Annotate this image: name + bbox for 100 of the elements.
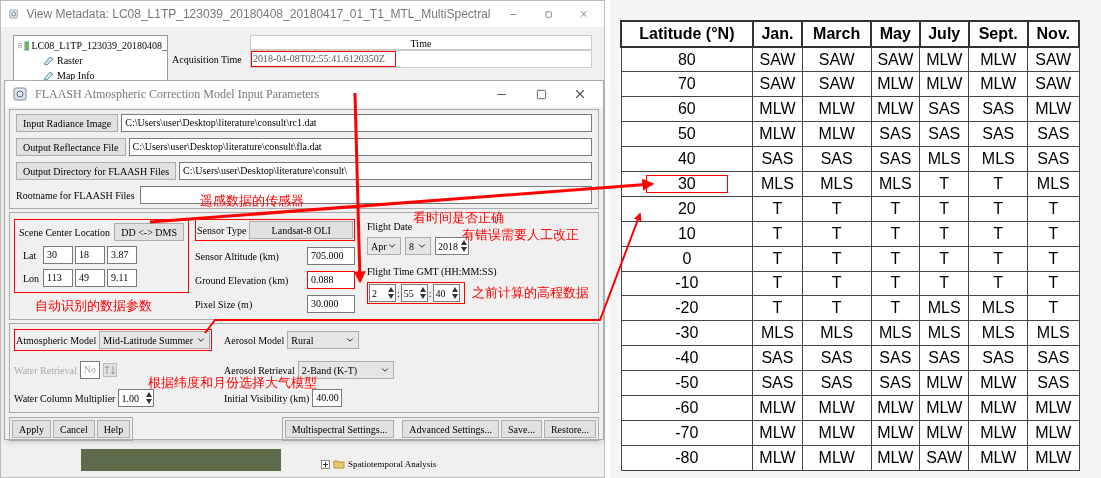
toggle-button[interactable]: DD <-> DMS — [114, 223, 184, 241]
table-cell: SAS — [968, 345, 1028, 371]
dialog-button[interactable]: Restore... — [543, 420, 596, 438]
table-cell: MLW — [1027, 395, 1079, 421]
spin-box[interactable]: 40 — [432, 284, 460, 302]
chevron-down-icon[interactable] — [345, 335, 356, 345]
table-cell: MLW — [802, 121, 872, 147]
table-cell: T — [919, 221, 969, 247]
table-cell: SAS — [871, 146, 920, 172]
input-field[interactable]: 3.87 — [107, 246, 137, 264]
table-cell: T — [752, 271, 803, 296]
acquisition-time-value: 2018-04-08T02:55:41.6120350Z — [251, 51, 396, 67]
app-icon — [9, 7, 19, 21]
input-field[interactable]: 40.00 — [312, 389, 343, 407]
maximize-icon[interactable] — [536, 88, 547, 100]
tree-item[interactable]: Spatiotemporal Analysis — [348, 457, 437, 471]
spin-box[interactable]: 2 — [369, 284, 396, 302]
table-cell: MLW — [802, 395, 872, 421]
input-field[interactable]: C:\Users\user\Desktop\literature\consult\rc1.dat — [121, 114, 592, 132]
tree-item[interactable]: Map Info — [57, 68, 95, 83]
input-field[interactable]: C:\Users\user\Desktop\literature\consult\ — [179, 162, 592, 180]
table-cell: SAW — [1027, 71, 1079, 97]
table-cell: MLW — [1027, 445, 1079, 471]
table-cell: T — [802, 271, 872, 296]
column-header: Time — [250, 35, 592, 50]
table-cell: SAW — [919, 445, 969, 471]
chevron-down-icon[interactable] — [379, 365, 390, 375]
file-select-button[interactable]: Input Radiance Image — [16, 114, 119, 132]
table-cell: T — [752, 246, 803, 271]
table-cell: T — [919, 246, 969, 271]
table-cell: MLS — [802, 171, 872, 197]
dialog-button[interactable]: Save... — [501, 420, 542, 438]
chevron-down-icon[interactable] — [387, 241, 397, 251]
dropdown[interactable]: 8 — [405, 237, 431, 255]
dialog-button[interactable]: Help — [96, 420, 131, 438]
table-cell: MLS — [968, 146, 1028, 172]
input-field[interactable]: 705.000 — [307, 247, 355, 265]
chevron-down-icon[interactable] — [196, 335, 206, 345]
collapse-toggle-icon[interactable] — [18, 41, 23, 50]
dialog-button[interactable]: Advanced Settings... — [402, 420, 499, 438]
input-field[interactable]: 113 — [43, 269, 73, 287]
tree-item[interactable]: LC08_L1TP_123039_20180408_ — [31, 38, 167, 53]
table-cell: SAS — [752, 345, 803, 371]
input-field[interactable]: C:\Users\user\Desktop\literature\consult\fla.dat — [128, 138, 592, 156]
spin-arrows-icon[interactable] — [387, 286, 395, 300]
dropdown[interactable]: Apr — [367, 237, 401, 255]
file-select-button[interactable]: Output Directory for FLAASH Files — [16, 162, 177, 180]
file-select-button[interactable]: Output Reflectance File — [16, 138, 126, 156]
input-field[interactable]: 18 — [75, 246, 105, 264]
tree-item[interactable]: Raster — [57, 53, 83, 68]
table-cell: T — [968, 271, 1028, 296]
input-field[interactable]: 9.11 — [107, 269, 137, 287]
table-cell: T — [802, 295, 872, 321]
table-cell: MLW — [1027, 420, 1079, 446]
input-field[interactable]: 49 — [75, 269, 105, 287]
field-label: Aerosol Retrieval — [224, 363, 295, 376]
spin-box[interactable]: 1.00 — [118, 389, 155, 407]
table-cell: MLW — [752, 96, 803, 122]
field-label: Aerosol Model — [224, 333, 285, 348]
table-cell: T — [1027, 246, 1079, 271]
field-label: Scene Center Location — [19, 225, 111, 240]
dialog-button[interactable]: Cancel — [53, 420, 95, 438]
dialog-button[interactable]: Apply — [12, 420, 51, 438]
field-label: Sensor Type — [197, 223, 247, 238]
expand-toggle-icon[interactable] — [321, 459, 330, 469]
input-field[interactable]: 30.000 — [307, 295, 355, 313]
window-title: FLAASH Atmospheric Correction Model Input Parameters — [35, 86, 321, 103]
tag-icon — [42, 55, 54, 66]
sensor-type-button[interactable]: Landsat-8 OLI — [249, 221, 353, 239]
dropdown[interactable]: Rural — [287, 331, 360, 349]
table-cell: T — [871, 246, 920, 271]
table-cell: T — [752, 221, 803, 247]
field-label: Atmospheric Model — [16, 333, 97, 348]
maximize-icon[interactable] — [545, 8, 553, 20]
spin-arrows-icon[interactable] — [418, 286, 427, 300]
table-cell: MLW — [871, 96, 920, 122]
latitude-value: -20 — [674, 299, 700, 318]
table-cell: MLW — [871, 395, 920, 421]
spin-arrows-icon[interactable] — [450, 286, 459, 300]
app-icon — [13, 87, 27, 101]
table-cell: MLW — [871, 71, 920, 97]
dropdown[interactable]: Mid-Latitude Summer — [99, 331, 210, 349]
table-cell: SAW — [802, 47, 872, 72]
spin-arrows-icon[interactable] — [145, 391, 154, 405]
input-field[interactable]: 0.088 — [307, 271, 355, 289]
spin-box[interactable]: 55 — [400, 284, 428, 302]
dialog-button[interactable]: Multispectral Settings... — [284, 420, 395, 438]
input-field[interactable]: 30 — [43, 246, 73, 264]
column-header: Latitude (°N) — [621, 21, 753, 47]
table-cell: MLW — [968, 420, 1028, 446]
field-label: Lat — [22, 248, 38, 263]
spin-arrows-icon[interactable] — [460, 239, 468, 253]
table-cell: MLS — [752, 171, 803, 197]
table-cell: T — [919, 271, 969, 296]
table-cell: MLW — [919, 420, 969, 446]
annotation-text: 根据纬度和月份选择大气模型 — [148, 376, 317, 389]
column-header: Jan. — [752, 21, 803, 47]
chevron-down-icon[interactable] — [417, 241, 427, 251]
close-icon[interactable] — [573, 87, 587, 101]
folder-icon — [333, 459, 345, 470]
